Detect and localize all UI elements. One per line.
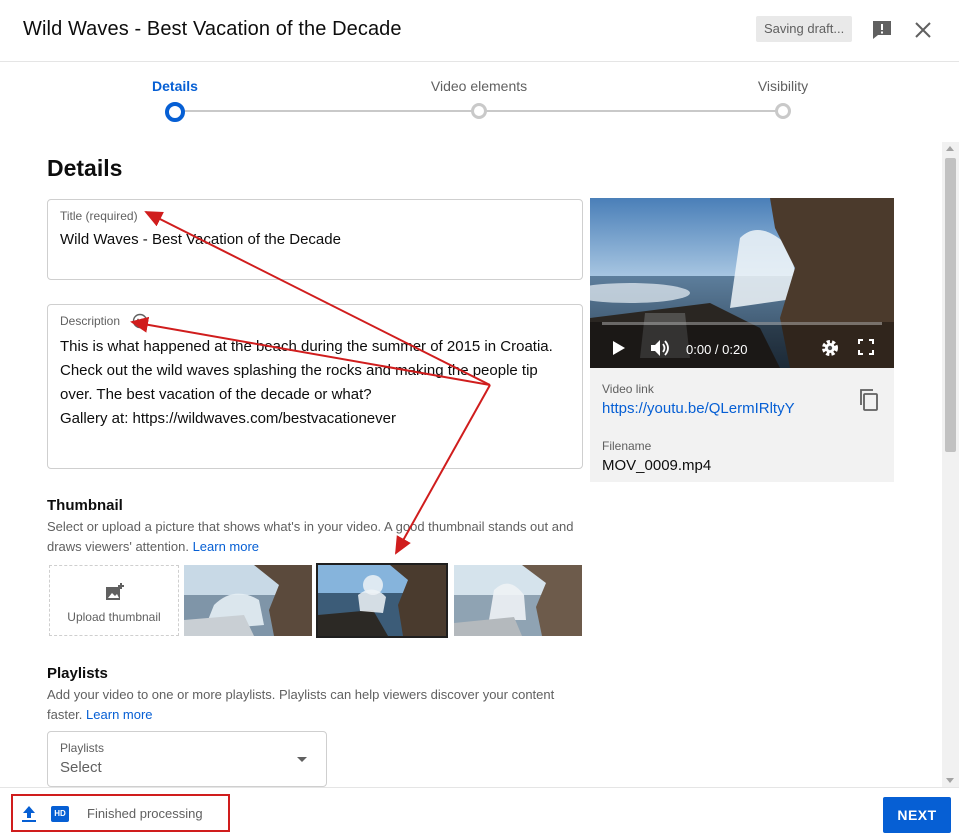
- dropdown-caret-icon: [297, 757, 307, 762]
- dialog-title: Wild Waves - Best Vacation of the Decade: [23, 18, 402, 40]
- step-visibility-label[interactable]: Visibility: [758, 78, 808, 94]
- step-details-label[interactable]: Details: [152, 78, 198, 94]
- description-field[interactable]: Description This is what happened at the…: [47, 304, 583, 469]
- video-link[interactable]: https://youtu.be/QLermIRltyY: [602, 400, 795, 417]
- title-field[interactable]: Title (required) Wild Waves - Best Vacat…: [47, 199, 583, 280]
- thumbnail-option-selected[interactable]: [316, 563, 448, 638]
- play-icon[interactable]: [612, 340, 626, 356]
- video-link-label: Video link: [602, 382, 654, 396]
- playlists-heading: Playlists: [47, 665, 108, 682]
- video-progress-bar[interactable]: [602, 322, 882, 325]
- emoji-icon[interactable]: [132, 313, 148, 329]
- hd-badge-icon: HD: [51, 806, 69, 822]
- stepper-line: [175, 110, 479, 112]
- step-visibility-dot[interactable]: [775, 103, 791, 119]
- description-line: Gallery at: https://wildwaves.com/bestva…: [60, 410, 396, 427]
- upload-thumbnail-button[interactable]: Upload thumbnail: [49, 565, 179, 636]
- volume-icon[interactable]: [650, 339, 672, 357]
- description-field-value[interactable]: This is what happened at the beach durin…: [60, 335, 553, 431]
- thumbnail-option[interactable]: [454, 565, 582, 636]
- copy-icon[interactable]: [858, 388, 880, 412]
- description-line: This is what happened at the beach durin…: [60, 338, 553, 355]
- processing-status-text: Finished processing: [87, 806, 203, 821]
- dialog-header: Wild Waves - Best Vacation of the Decade…: [0, 0, 959, 62]
- dialog-footer: HD Finished processing NEXT: [0, 787, 959, 837]
- stepper-line: [479, 110, 783, 112]
- add-photo-icon: [106, 583, 124, 600]
- fullscreen-icon[interactable]: [858, 339, 874, 355]
- filename-label: Filename: [602, 439, 652, 453]
- next-button[interactable]: NEXT: [883, 797, 951, 833]
- step-video-elements-label[interactable]: Video elements: [431, 78, 527, 94]
- close-icon[interactable]: [912, 19, 934, 41]
- video-preview-card: 0:00 / 0:20 Video link https://youtu.be/…: [590, 198, 894, 482]
- scrollbar-thumb[interactable]: [945, 158, 956, 452]
- player-controls: 0:00 / 0:20: [590, 322, 894, 368]
- video-player[interactable]: 0:00 / 0:20: [590, 198, 894, 368]
- playlists-learn-more-link[interactable]: Learn more: [86, 707, 152, 722]
- section-heading: Details: [47, 155, 123, 181]
- step-details-dot[interactable]: [165, 102, 185, 122]
- playlists-select-value: Select: [60, 759, 102, 776]
- scroll-down-arrow-icon[interactable]: [946, 778, 954, 783]
- description-line: over. The best vacation of the decade or…: [60, 386, 372, 403]
- upload-icon: [22, 806, 36, 822]
- video-time-display: 0:00 / 0:20: [686, 342, 748, 357]
- thumbnail-learn-more-link[interactable]: Learn more: [193, 539, 259, 554]
- processing-status-highlight: HD Finished processing: [11, 794, 230, 832]
- title-field-value[interactable]: Wild Waves - Best Vacation of the Decade: [60, 231, 341, 248]
- filename-value: MOV_0009.mp4: [602, 457, 712, 474]
- thumbnail-help-copy: Select or upload a picture that shows wh…: [47, 519, 574, 554]
- description-line: Check out the wild waves splashing the r…: [60, 362, 538, 379]
- feedback-icon[interactable]: [870, 18, 894, 42]
- thumbnail-option[interactable]: [184, 565, 312, 636]
- settings-gear-icon[interactable]: [820, 338, 840, 358]
- description-field-label: Description: [60, 314, 121, 328]
- playlists-select-label: Playlists: [60, 741, 105, 755]
- thumbnail-heading: Thumbnail: [47, 497, 123, 514]
- step-video-elements-dot[interactable]: [471, 103, 487, 119]
- scroll-up-arrow-icon[interactable]: [946, 146, 954, 151]
- details-content: Details Title (required) Wild Waves - Be…: [0, 142, 942, 787]
- thumbnail-help-text: Select or upload a picture that shows wh…: [47, 517, 587, 557]
- title-field-label: Title (required): [60, 209, 138, 223]
- saving-status-badge: Saving draft...: [756, 16, 853, 42]
- upload-thumbnail-label: Upload thumbnail: [67, 610, 161, 624]
- upload-stepper: Details Video elements Visibility: [0, 62, 959, 142]
- playlists-select[interactable]: Playlists Select: [47, 731, 327, 787]
- playlists-help-text: Add your video to one or more playlists.…: [47, 685, 587, 725]
- content-scrollbar[interactable]: [942, 142, 959, 787]
